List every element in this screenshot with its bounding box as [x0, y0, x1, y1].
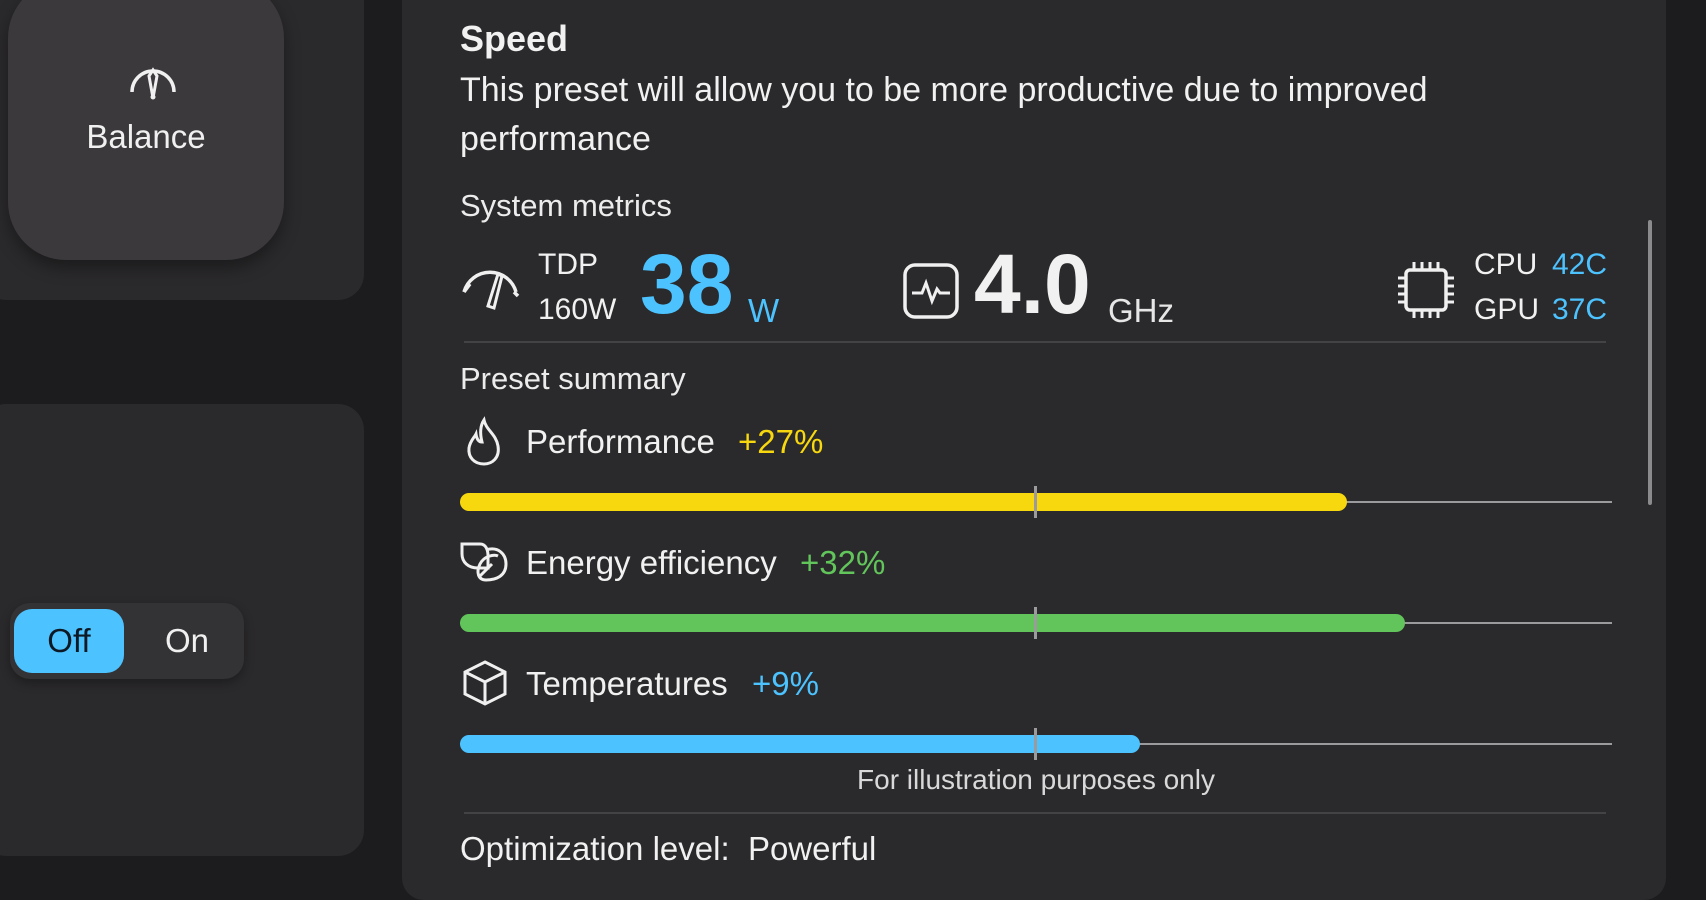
- summary-item-label: Temperatures: [526, 665, 728, 702]
- tdp-max: 160W: [538, 293, 617, 326]
- preset-tile-label: Balance: [86, 118, 206, 155]
- illustration-note: For illustration purposes only: [857, 764, 1215, 795]
- summary-divider: [464, 812, 1606, 814]
- summary-item-baseline-tick: [1034, 486, 1037, 518]
- summary-item-change: +32%: [800, 544, 886, 581]
- optimization-level: Optimization level: Powerful: [460, 830, 876, 868]
- optimization-level-text: Optimization level: Powerful: [460, 830, 877, 867]
- gauge-icon: [126, 62, 180, 102]
- frequency-unit: GHz: [1108, 292, 1174, 329]
- preset-title: Speed: [460, 18, 569, 59]
- toggle-off-option[interactable]: Off: [14, 609, 124, 673]
- on-off-toggle[interactable]: Off On: [10, 603, 244, 679]
- summary-item-label: Energy efficiency: [526, 544, 777, 581]
- flame-icon: [462, 416, 506, 473]
- gpu-temp-label: GPU: [1474, 293, 1540, 326]
- preset-description: This preset will allow you to be more pr…: [460, 71, 1428, 158]
- summary-item-baseline-tick: [1034, 728, 1037, 760]
- frequency-value: 4.0: [974, 237, 1091, 331]
- metrics-divider: [464, 341, 1606, 343]
- cpu-temp-label: CPU: [1474, 248, 1538, 281]
- summary-item-fill: [460, 735, 1140, 753]
- tdp-unit: W: [748, 292, 780, 329]
- cube-icon: [460, 658, 510, 713]
- leaf-icon: [458, 538, 510, 591]
- chip-icon: [1394, 258, 1458, 327]
- scrollbar[interactable]: [1648, 220, 1652, 505]
- summary-item-fill: [460, 493, 1347, 511]
- tdp-value: 38: [640, 237, 734, 331]
- summary-item-change: +27%: [738, 423, 824, 460]
- summary-item-fill: [460, 614, 1405, 632]
- summary-item-label: Performance: [526, 423, 715, 460]
- cpu-temp-value: 42C: [1552, 248, 1608, 281]
- activity-monitor-icon: [902, 262, 960, 325]
- system-metrics-label: System metrics: [460, 188, 672, 223]
- toggle-on-option[interactable]: On: [132, 609, 242, 673]
- tdp-label: TDP: [538, 248, 598, 281]
- summary-item-change: +9%: [752, 665, 819, 702]
- gpu-temp-value: 37C: [1552, 293, 1608, 326]
- speedometer-icon: [458, 262, 522, 319]
- balance-preset-button[interactable]: Balance: [8, 0, 284, 260]
- preset-summary-label: Preset summary: [460, 361, 686, 396]
- summary-item-baseline-tick: [1034, 607, 1037, 639]
